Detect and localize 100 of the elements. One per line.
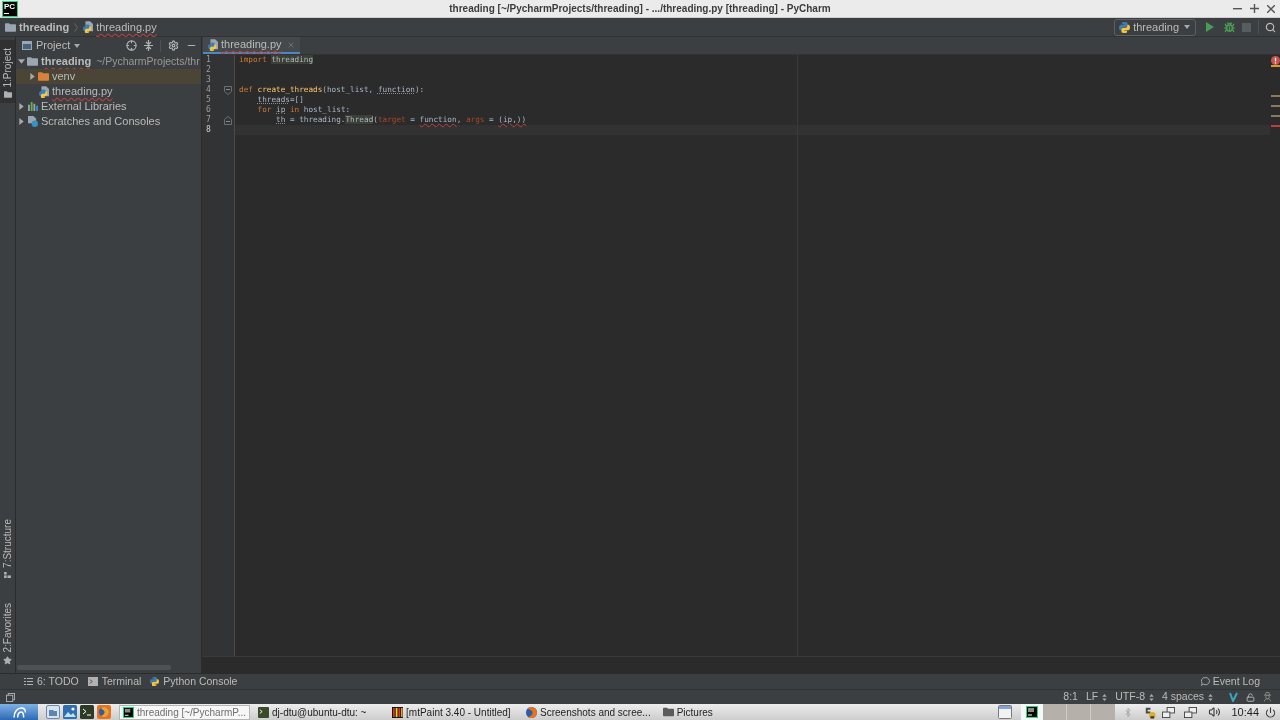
python-icon <box>150 677 160 686</box>
expand-arrow-icon[interactable] <box>18 59 25 64</box>
tool-window-tab[interactable]: 7:Structure <box>0 510 15 583</box>
tree-item[interactable]: Scratches and Consoles <box>16 114 201 129</box>
speech-bubble-icon <box>1200 677 1210 686</box>
taskbar-window-button[interactable]: Pictures <box>658 704 717 720</box>
python-icon <box>1119 21 1131 33</box>
color-bars-icon <box>392 706 404 718</box>
window-icon <box>22 41 32 50</box>
settings-icon[interactable] <box>168 40 179 51</box>
stripe-mark-icon[interactable] <box>1270 65 1280 67</box>
editor-tab[interactable]: threading.py <box>203 37 300 54</box>
taskbar-window-button[interactable]: threading [~/PycharmP... <box>119 704 251 720</box>
line-number: 2 <box>206 65 211 75</box>
list-icon <box>24 678 33 685</box>
power-icon[interactable] <box>1265 706 1276 718</box>
bug-icon[interactable] <box>1224 21 1235 33</box>
start-button[interactable] <box>0 704 38 720</box>
fold-icon[interactable] <box>224 115 233 125</box>
picture-icon[interactable] <box>63 705 77 719</box>
maximize-icon[interactable] <box>1250 4 1259 13</box>
display-icon[interactable] <box>1184 706 1198 718</box>
bar-chart-icon <box>27 102 38 111</box>
app-logo: PC <box>2 0 18 17</box>
taskbar-window-button[interactable]: Screenshots and scree... <box>522 704 655 720</box>
taskbar-window-button[interactable]: [mtPaint 3.40 - Untitled] <box>388 704 515 720</box>
event-log-button[interactable]: Event Log <box>1200 674 1260 689</box>
error-icon[interactable] <box>1270 55 1280 65</box>
view-selector[interactable]: Project <box>22 37 81 54</box>
line-number: 7 <box>206 115 211 125</box>
project-path: ~/PycharmProjects/thr <box>96 53 200 69</box>
person-icon[interactable] <box>1263 692 1272 702</box>
stripe-mark-icon[interactable] <box>1270 125 1280 127</box>
tree-item[interactable]: threading.py <box>16 84 201 99</box>
app-icon[interactable] <box>1026 706 1039 718</box>
expand-arrow-icon[interactable] <box>30 73 35 80</box>
network-icon[interactable] <box>1143 705 1157 719</box>
line-number: 5 <box>206 95 211 105</box>
minimize-icon[interactable] <box>1233 7 1242 10</box>
app-icon <box>123 706 134 718</box>
tool-window-button[interactable]: Python Console <box>147 674 241 689</box>
folder-icon <box>38 72 49 81</box>
crosshair-icon[interactable] <box>126 40 137 51</box>
window-toggle-icon[interactable] <box>6 692 15 702</box>
updown-icon[interactable] <box>1102 693 1108 701</box>
tool-window-button[interactable]: 6: TODO <box>21 674 82 689</box>
window-icon[interactable] <box>998 705 1013 719</box>
tree-item[interactable]: venv <box>16 69 201 84</box>
line-number: 8 <box>206 125 211 135</box>
terminal-icon <box>258 706 270 718</box>
workspace-switcher[interactable] <box>1043 704 1116 720</box>
line-separator-selector[interactable]: LF <box>1085 689 1108 705</box>
document-icon <box>27 116 38 127</box>
clock: 10:44 <box>1231 704 1259 720</box>
collapse-icon[interactable] <box>144 40 153 51</box>
taskbar-window-button[interactable]: dj-dtu@ubuntu-dtu: ~ <box>254 704 371 720</box>
window-title: threading [~/PycharmProjects/threading] - .../threading.py [threading] - PyCharm <box>449 2 831 16</box>
star-icon <box>3 656 12 665</box>
stripe-mark-icon[interactable] <box>1270 115 1280 117</box>
updown-icon[interactable] <box>1208 693 1213 701</box>
structure-icon <box>4 571 11 578</box>
stripe-mark-icon[interactable] <box>1270 105 1280 107</box>
line-number: 6 <box>206 105 211 115</box>
python-file-icon <box>83 21 94 33</box>
search-icon[interactable] <box>1265 21 1276 33</box>
close-icon[interactable] <box>1267 4 1275 13</box>
folder-icon <box>3 91 12 99</box>
line-number: 4 <box>206 85 211 95</box>
run-icon[interactable] <box>1206 22 1214 32</box>
tree-item[interactable]: External Libraries <box>16 99 201 114</box>
horizontal-scrollbar[interactable] <box>17 665 171 670</box>
folder-icon <box>27 57 38 66</box>
encoding-selector[interactable]: UTF-8 <box>1115 689 1154 705</box>
tool-window-tab[interactable]: 2:Favorites <box>0 594 15 670</box>
python-file-icon <box>208 38 218 51</box>
caret-icon[interactable] <box>74 43 81 48</box>
tool-window-tab[interactable]: 1:Project <box>0 40 15 104</box>
stripe-mark-icon[interactable] <box>1270 95 1280 97</box>
breadcrumb-item[interactable]: threading <box>5 18 70 36</box>
lock-icon[interactable] <box>1246 692 1255 702</box>
tool-window-button[interactable]: Terminal <box>84 674 145 689</box>
line-number: 3 <box>206 75 211 85</box>
checkmark-icon[interactable] <box>1229 692 1238 702</box>
folder-window-icon[interactable] <box>46 705 60 719</box>
caret-icon[interactable] <box>1184 25 1190 29</box>
logo-icon <box>12 706 26 718</box>
line-number: 1 <box>206 55 211 65</box>
expand-arrow-icon[interactable] <box>19 103 24 110</box>
folder-icon <box>662 707 674 717</box>
display-icon[interactable] <box>1162 706 1176 718</box>
updown-icon[interactable] <box>1148 693 1154 701</box>
indent-selector[interactable]: 4 spaces <box>1161 689 1213 705</box>
tree-item[interactable]: threading ~/PycharmProjects/thr <box>16 54 201 69</box>
fold-icon[interactable] <box>224 85 233 95</box>
volume-icon[interactable] <box>1208 706 1222 718</box>
run-configuration-dropdown[interactable]: threading <box>1114 18 1196 36</box>
breadcrumb-item[interactable]: threading.py <box>83 18 157 36</box>
terminal-icon[interactable] <box>80 705 94 719</box>
caret-position[interactable]: 8:1 <box>1063 689 1078 705</box>
expand-arrow-icon[interactable] <box>19 118 24 125</box>
